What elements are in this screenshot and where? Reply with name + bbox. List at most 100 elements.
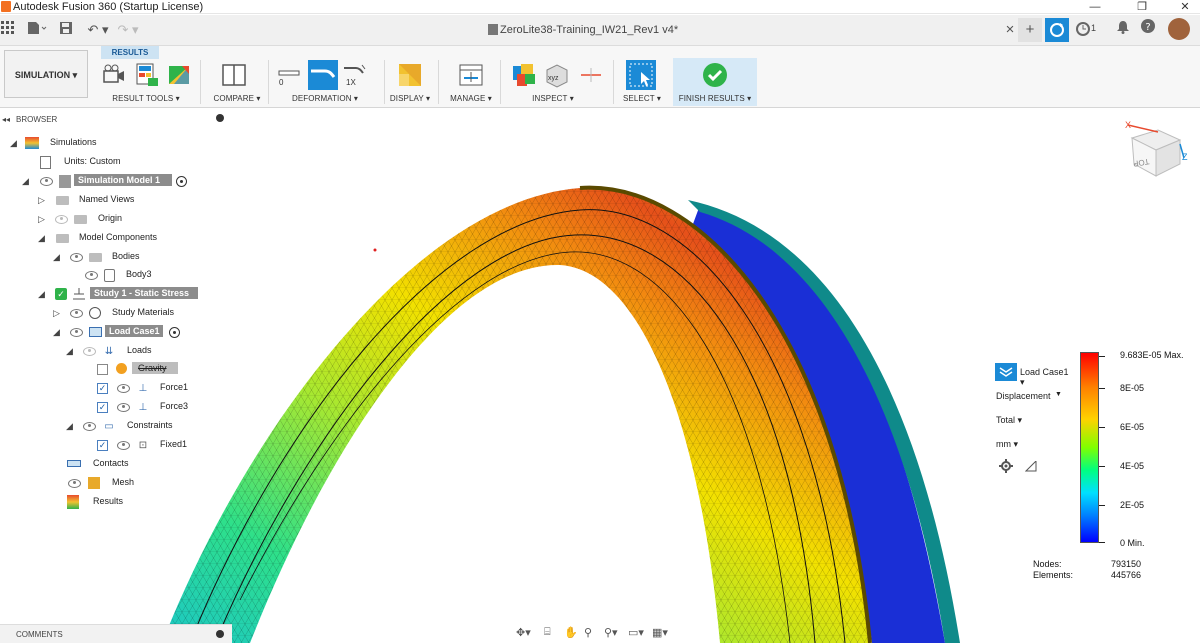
expand-triangle-icon[interactable]: ▷	[38, 214, 45, 225]
visibility-eye-icon[interactable]	[40, 177, 53, 186]
units-dropdown[interactable]: mm ▾	[996, 439, 1018, 450]
undo-icon[interactable]: ↶ ▾	[84, 21, 112, 39]
visibility-eye-icon[interactable]	[117, 384, 130, 393]
tree-item-units[interactable]: Units: Custom	[0, 153, 232, 172]
notifications-bell-icon[interactable]	[1111, 18, 1135, 42]
display-icon[interactable]	[397, 62, 423, 88]
visibility-eye-icon[interactable]	[83, 347, 96, 356]
result-tools-menu[interactable]: RESULT TOOLS ▾	[100, 94, 192, 103]
compare-menu[interactable]: COMPARE ▾	[206, 94, 268, 103]
result-plot-icon[interactable]	[166, 62, 192, 88]
surface-probes-icon[interactable]	[511, 62, 537, 88]
save-icon[interactable]	[58, 21, 74, 39]
job-status-button[interactable]: 1	[1075, 20, 1107, 40]
load-case-selector[interactable]: Load Case1 ▾	[995, 363, 1074, 387]
tree-item-study[interactable]: ◢ ✓ Study 1 - Static Stress	[0, 285, 232, 304]
compare-icon[interactable]	[221, 62, 247, 88]
legend-resize-icon[interactable]	[1024, 459, 1037, 472]
result-type-dropdown[interactable]: Displacement ▼	[995, 388, 1067, 404]
tree-item-simulations[interactable]: ◢ Simulations	[0, 134, 232, 153]
inspect-menu[interactable]: INSPECT ▾	[526, 94, 580, 103]
finish-results-menu[interactable]: FINISH RESULTS ▾	[673, 94, 757, 103]
load-case-dropdown[interactable]: Load Case1 ▾	[1020, 367, 1074, 388]
select-button[interactable]	[626, 60, 656, 90]
expand-triangle-icon[interactable]: ◢	[66, 346, 73, 357]
orbit-icon[interactable]: ✥▾	[516, 626, 531, 639]
extensions-button[interactable]	[1045, 18, 1069, 42]
force1-checkbox[interactable]: ✓	[97, 383, 108, 394]
manage-menu[interactable]: MANAGE ▾	[446, 94, 496, 103]
minimize-button[interactable]: —	[1080, 0, 1110, 14]
manage-settings-icon[interactable]	[458, 62, 484, 88]
zoom-icon[interactable]: ⚲	[584, 626, 592, 639]
collapse-browser-icon[interactable]: ◂◂	[2, 115, 10, 124]
pan-hand-icon[interactable]: ✋	[564, 626, 578, 639]
visibility-eye-icon[interactable]	[70, 309, 83, 318]
activate-radio-icon[interactable]	[169, 327, 180, 338]
fixed1-checkbox[interactable]: ✓	[97, 440, 108, 451]
expand-triangle-icon[interactable]: ◢	[38, 233, 45, 244]
close-window-button[interactable]: ✕	[1170, 0, 1200, 14]
tree-item-named-views[interactable]: ▷ Named Views	[0, 191, 232, 210]
visibility-eye-icon[interactable]	[117, 403, 130, 412]
browser-options-icon[interactable]	[216, 114, 224, 122]
no-deformation-icon[interactable]: 0	[276, 62, 302, 88]
tree-item-mesh[interactable]: Mesh	[0, 474, 232, 493]
data-panel-grid-icon[interactable]	[0, 21, 16, 39]
activate-radio-icon[interactable]	[176, 176, 187, 187]
force3-checkbox[interactable]: ✓	[97, 402, 108, 413]
visibility-eye-icon[interactable]	[70, 328, 83, 337]
tree-item-bodies[interactable]: ◢ Bodies	[0, 248, 232, 267]
component-dropdown[interactable]: Total ▾	[996, 415, 1022, 426]
tree-item-study-materials[interactable]: ▷ Study Materials	[0, 304, 232, 323]
tree-item-body3[interactable]: Body3	[0, 266, 232, 285]
display-settings-icon[interactable]: ▭▾	[628, 626, 644, 639]
tree-item-origin[interactable]: ▷ Origin	[0, 210, 232, 229]
view-cube[interactable]: X Z TOP	[1118, 118, 1190, 188]
look-at-icon[interactable]: ⌸	[544, 626, 551, 639]
tab-results[interactable]: RESULTS	[101, 46, 159, 59]
animate-camera-icon[interactable]	[101, 62, 127, 88]
visibility-eye-icon[interactable]	[70, 253, 83, 262]
expand-triangle-icon[interactable]: ▷	[38, 195, 45, 206]
tree-item-results[interactable]: Results	[0, 493, 232, 512]
display-menu[interactable]: DISPLAY ▾	[386, 94, 434, 103]
help-icon[interactable]: ?	[1136, 18, 1160, 42]
simulation-model-view[interactable]	[130, 150, 960, 643]
expand-triangle-icon[interactable]: ▷	[53, 308, 60, 319]
tree-item-force1[interactable]: ✓ ⊥ Force1	[0, 379, 232, 398]
file-menu-icon[interactable]	[26, 21, 48, 39]
expand-triangle-icon[interactable]: ◢	[66, 421, 73, 432]
tree-item-fixed1[interactable]: ✓ ⊡ Fixed1	[0, 436, 232, 455]
legend-settings-gear-icon[interactable]	[999, 459, 1013, 473]
maximize-button[interactable]: ❐	[1127, 0, 1157, 14]
gravity-checkbox[interactable]	[97, 364, 108, 375]
grid-settings-icon[interactable]: ▦▾	[652, 626, 668, 639]
tree-item-constraints[interactable]: ◢ ▭ Constraints	[0, 417, 232, 436]
tree-item-contacts[interactable]: Contacts	[0, 455, 232, 474]
workspace-switcher[interactable]: SIMULATION ▾	[4, 50, 88, 98]
tree-item-gravity[interactable]: Gravity	[0, 360, 232, 379]
point-probes-icon[interactable]: xyz	[543, 62, 569, 88]
redo-icon[interactable]: ↷ ▾	[114, 21, 142, 39]
comments-panel[interactable]: COMMENTS	[0, 624, 232, 643]
finish-results-button[interactable]	[702, 62, 728, 88]
expand-triangle-icon[interactable]: ◢	[22, 176, 29, 187]
tree-item-simulation-model[interactable]: ◢ Simulation Model 1	[0, 172, 232, 191]
visibility-eye-icon[interactable]	[68, 479, 81, 488]
visibility-eye-icon[interactable]	[117, 441, 130, 450]
visibility-eye-icon[interactable]	[55, 215, 68, 224]
adjusted-deformation-button[interactable]	[308, 60, 338, 90]
actual-deformation-icon[interactable]: 1X	[342, 62, 368, 88]
expand-triangle-icon[interactable]: ◢	[10, 138, 17, 149]
comments-options-icon[interactable]	[216, 630, 224, 638]
report-icon[interactable]	[134, 62, 160, 88]
select-menu[interactable]: SELECT ▾	[616, 94, 668, 103]
tree-item-load-case[interactable]: ◢ Load Case1	[0, 323, 232, 342]
user-avatar[interactable]	[1168, 18, 1190, 40]
tree-item-loads[interactable]: ◢ ⇊ Loads	[0, 342, 232, 361]
visibility-eye-icon[interactable]	[83, 422, 96, 431]
deformation-menu[interactable]: DEFORMATION ▾	[276, 94, 374, 103]
visibility-eye-icon[interactable]	[85, 271, 98, 280]
tree-item-force3[interactable]: ✓ ⊥ Force3	[0, 398, 232, 417]
